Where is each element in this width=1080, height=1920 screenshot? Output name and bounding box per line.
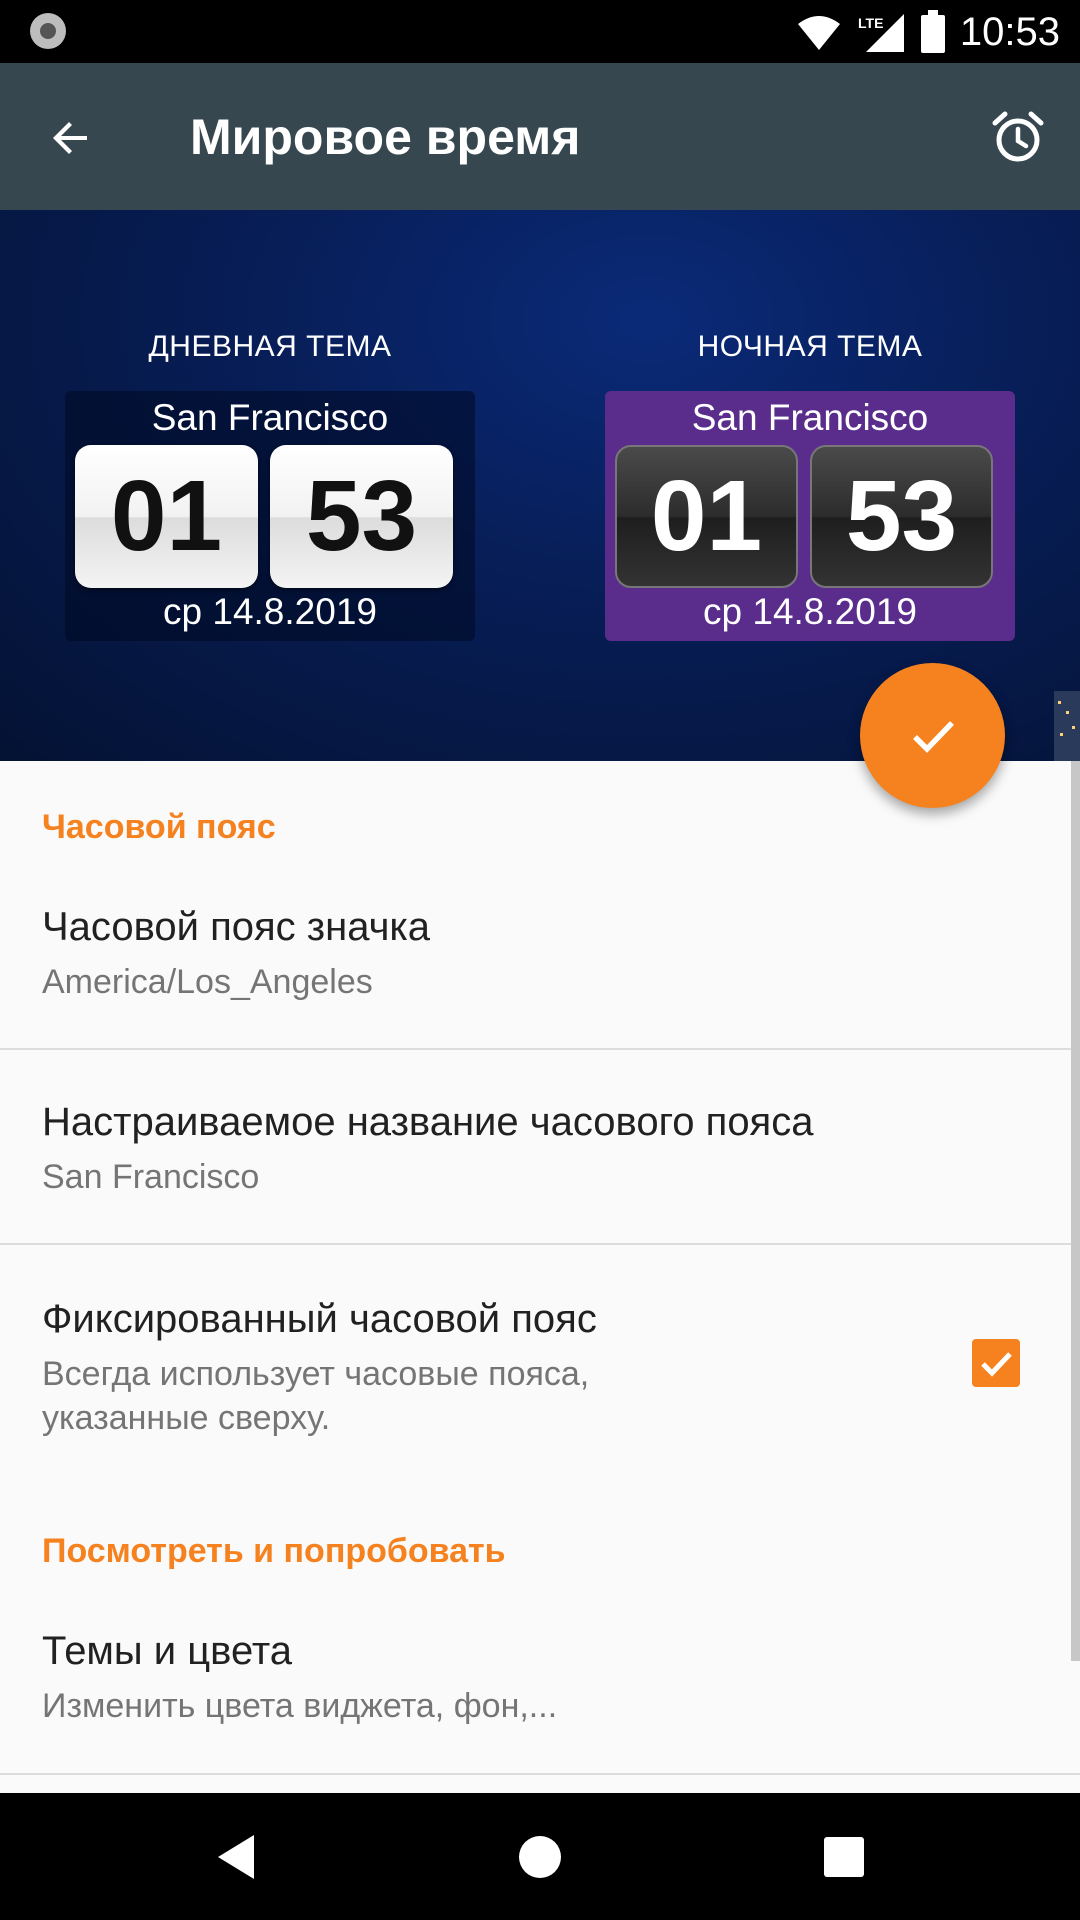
square-recents-icon xyxy=(824,1837,864,1877)
arrow-back-icon xyxy=(53,122,87,154)
pref-title: Настраиваемое название часового пояса xyxy=(42,1100,814,1144)
section-header-look: Посмотреть и попробовать xyxy=(42,1532,506,1570)
pref-title: Фиксированный часовой пояс xyxy=(42,1297,597,1341)
section-header-timezone: Часовой пояс xyxy=(42,808,276,846)
hours-digits: 01 xyxy=(75,445,258,588)
circle-home-icon xyxy=(519,1836,561,1878)
page-title: Мировое время xyxy=(190,109,581,165)
widget-city: San Francisco xyxy=(151,397,389,438)
minutes-digits: 53 xyxy=(810,445,993,588)
day-theme-label: ДНЕВНАЯ ТЕМА xyxy=(148,330,392,363)
system-nav-bar xyxy=(0,1793,1080,1920)
widget-date: ср 14.8.2019 xyxy=(703,591,917,632)
battery-icon xyxy=(920,10,945,53)
night-theme-label: НОЧНАЯ ТЕМА xyxy=(697,330,923,363)
widget-city: San Francisco xyxy=(691,397,929,438)
nav-recents-button[interactable] xyxy=(808,1821,880,1893)
pref-title: Часовой пояс значка xyxy=(42,905,431,949)
nav-home-button[interactable] xyxy=(504,1821,576,1893)
nav-back-button[interactable] xyxy=(200,1821,272,1893)
lte-signal-icon: LTE xyxy=(858,14,904,52)
toolbar: Мировое время xyxy=(0,63,1080,210)
pref-summary: Изменить цвета виджета, фон,... xyxy=(42,1687,558,1725)
check-icon xyxy=(912,720,954,753)
divider xyxy=(0,1048,1080,1050)
divider xyxy=(0,1243,1080,1245)
status-bar: LTE 10:53 xyxy=(0,0,1080,63)
svg-text:LTE: LTE xyxy=(858,15,883,31)
night-clock-widget[interactable]: San Francisco 01 53 ср 14.8.2019 xyxy=(605,391,1015,641)
alarm-clock-icon xyxy=(992,111,1044,162)
status-time: 10:53 xyxy=(959,9,1060,54)
confirm-fab-button[interactable] xyxy=(860,663,1005,808)
screen-record-icon xyxy=(30,13,66,49)
scrollbar[interactable] xyxy=(1071,761,1080,1661)
wifi-icon xyxy=(797,16,840,50)
day-clock-widget[interactable]: San Francisco 01 53 ср 14.8.2019 xyxy=(65,391,475,641)
checkmark-icon xyxy=(981,1352,1012,1377)
pref-summary: San Francisco xyxy=(42,1158,260,1196)
alarm-button[interactable] xyxy=(982,101,1054,173)
pref-summary: America/Los_Angeles xyxy=(42,963,373,1001)
status-icons: LTE 10:53 xyxy=(796,6,1060,58)
pref-summary: Всегда использует часовые пояса, указанн… xyxy=(42,1355,590,1437)
triangle-back-icon xyxy=(218,1835,254,1879)
hours-digits: 01 xyxy=(615,445,798,588)
divider xyxy=(0,1773,1080,1775)
widget-date: ср 14.8.2019 xyxy=(163,591,377,632)
minutes-digits: 53 xyxy=(270,445,453,588)
fixed-timezone-checkbox[interactable] xyxy=(972,1339,1020,1387)
back-button[interactable] xyxy=(36,103,106,173)
city-skyline-image xyxy=(1054,691,1080,761)
pref-title: Темы и цвета xyxy=(42,1629,292,1673)
